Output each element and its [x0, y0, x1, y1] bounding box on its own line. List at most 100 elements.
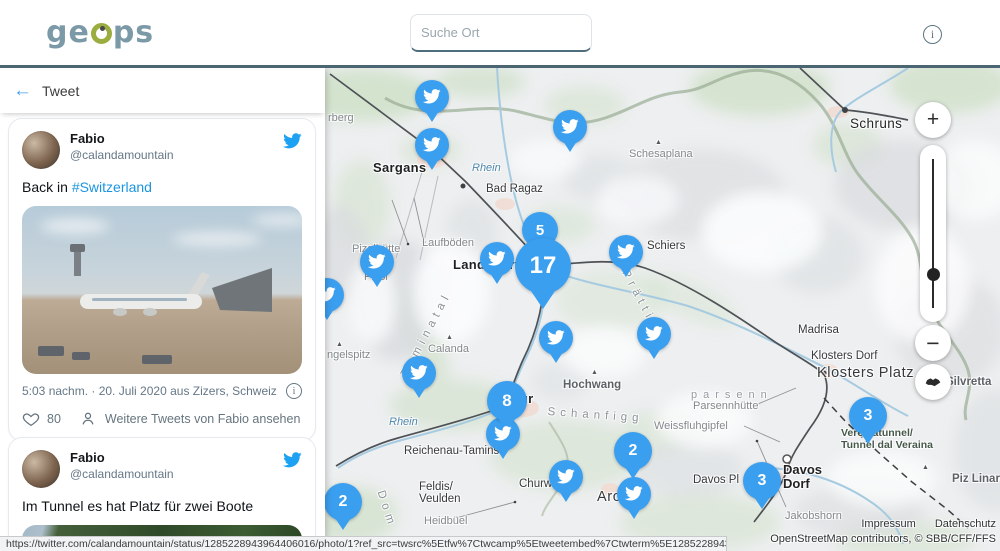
- cluster-count: 2: [339, 493, 348, 511]
- cluster-count: 8: [502, 391, 511, 411]
- map-label: Feldis/: [419, 481, 453, 493]
- map-label: Veulden: [419, 493, 461, 505]
- twitter-bird-icon: [546, 328, 565, 347]
- tweet-marker[interactable]: [553, 110, 587, 144]
- map-attribution: Impressum Datenschutz OpenStreetMap cont…: [770, 518, 996, 545]
- app-header: geps: [0, 0, 1000, 68]
- map-label: rberg: [328, 112, 354, 124]
- cluster-marker[interactable]: 8: [487, 381, 527, 421]
- map-annotation-layer: rbergSargansRheinBad RagazSchruns▲Schesa…: [325, 68, 1000, 551]
- map-label: ▲: [591, 369, 598, 376]
- tweet-author-handle: @calandamountain: [70, 147, 282, 163]
- map-label: Schesaplana: [629, 148, 693, 160]
- cluster-marker[interactable]: 3: [849, 397, 887, 435]
- more-tweets-link[interactable]: Weitere Tweets von Fabio ansehen: [105, 412, 301, 426]
- cluster-count: 3: [758, 472, 767, 490]
- map-label: Davos Pl: [693, 474, 739, 486]
- tweet-marker[interactable]: [539, 321, 573, 355]
- cluster-count: 17: [530, 252, 557, 280]
- tweet-author-name: Fabio: [70, 131, 282, 147]
- impressum-link[interactable]: Impressum: [861, 518, 915, 530]
- zoom-out-button[interactable]: −: [915, 325, 951, 361]
- map-label: Dom: [375, 489, 399, 530]
- tweet-marker[interactable]: [415, 80, 449, 114]
- tweet-marker[interactable]: [637, 317, 671, 351]
- twitter-logo-icon[interactable]: [282, 450, 302, 470]
- map-label: Tunnel dal Veraina: [841, 439, 933, 451]
- geops-logo[interactable]: geps: [46, 14, 154, 52]
- tweet-card[interactable]: Fabio @calandamountain Im Tunnel es hat …: [8, 437, 316, 551]
- zoom-slider-handle[interactable]: [927, 268, 940, 281]
- avatar[interactable]: [22, 450, 60, 488]
- info-button[interactable]: [923, 25, 942, 44]
- twitter-bird-icon: [325, 285, 337, 304]
- map-label: ▲: [446, 334, 453, 341]
- search-input[interactable]: [421, 25, 597, 40]
- map-label: Silvretta: [946, 376, 991, 388]
- map-label: ngelspitz: [327, 349, 370, 361]
- switzerland-outline-icon: [924, 376, 942, 388]
- back-button[interactable]: ←: [13, 81, 32, 100]
- twitter-bird-icon: [409, 363, 428, 382]
- tweet-marker[interactable]: [609, 235, 643, 269]
- map-label: Bad Ragaz: [486, 183, 543, 195]
- map-label: Laufböden: [422, 237, 474, 249]
- map-label: ▲: [655, 139, 662, 146]
- map-label: ▲: [922, 464, 929, 471]
- info-icon[interactable]: [286, 383, 302, 399]
- tweet-marker[interactable]: [617, 477, 651, 511]
- map-label: Rhein: [472, 162, 501, 174]
- panel-title: Tweet: [42, 83, 79, 99]
- cluster-count: 5: [536, 222, 544, 239]
- map-label: Schruns: [850, 116, 902, 131]
- tweet-body: Back in #Switzerland: [22, 178, 302, 197]
- tweet-marker[interactable]: [402, 356, 436, 390]
- twitter-bird-icon: [422, 135, 441, 154]
- panel-header: ← Tweet: [0, 68, 325, 113]
- tweet-panel: ← Tweet Fabio @calandamountain Back in #…: [0, 68, 325, 551]
- tweet-photo-airport[interactable]: [22, 206, 302, 374]
- map-label: Madrisa: [798, 324, 839, 336]
- zoom-slider[interactable]: [920, 145, 946, 322]
- fit-switzerland-button[interactable]: [915, 364, 951, 400]
- zoom-in-button[interactable]: +: [915, 102, 951, 138]
- cluster-marker[interactable]: 17: [515, 238, 571, 294]
- tweet-author-name: Fabio: [70, 450, 282, 466]
- cluster-marker[interactable]: 2: [325, 483, 362, 521]
- twitter-bird-icon: [422, 87, 441, 106]
- browser-status-bar: https://twitter.com/calandamountain/stat…: [0, 536, 727, 551]
- cluster-count: 3: [864, 407, 873, 425]
- datenschutz-link[interactable]: Datenschutz: [935, 518, 996, 530]
- tweet-card[interactable]: Fabio @calandamountain Back in #Switzerl…: [8, 118, 316, 441]
- map-label: ▲: [336, 341, 343, 348]
- twitter-bird-icon: [493, 424, 512, 443]
- cluster-marker[interactable]: 3: [743, 462, 781, 500]
- tweet-timestamp: 5:03 nachm. · 20. Juli 2020 aus Zizers, …: [22, 384, 277, 398]
- tweet-marker[interactable]: [480, 242, 514, 276]
- tweet-marker[interactable]: [415, 128, 449, 162]
- twitter-bird-icon: [624, 484, 643, 503]
- hashtag-link[interactable]: #Switzerland: [72, 179, 152, 195]
- tweet-marker[interactable]: [549, 460, 583, 494]
- map-label: Parsennhütte: [693, 400, 758, 412]
- search-box[interactable]: [410, 14, 592, 52]
- cluster-marker[interactable]: 2: [614, 432, 652, 470]
- like-count: 80: [47, 412, 61, 426]
- map-canvas[interactable]: rbergSargansRheinBad RagazSchruns▲Schesa…: [325, 68, 1000, 551]
- tweet-body: Im Tunnel es hat Platz für zwei Boote: [22, 497, 302, 516]
- map-label: Calanda: [428, 343, 469, 355]
- tweet-marker[interactable]: [360, 245, 394, 279]
- minus-icon: −: [926, 330, 939, 357]
- tweet-marker[interactable]: [325, 278, 344, 312]
- map-label: Piz Linard: [952, 473, 1000, 485]
- like-heart-icon[interactable]: [22, 410, 40, 428]
- cluster-count: 2: [629, 442, 638, 460]
- twitter-logo-icon[interactable]: [282, 131, 302, 151]
- map-label: Hochwang: [563, 379, 621, 391]
- avatar[interactable]: [22, 131, 60, 169]
- plus-icon: +: [927, 108, 939, 132]
- map-label: Reichenau-Tamins: [404, 445, 499, 457]
- twitter-bird-icon: [644, 324, 663, 343]
- map-label: Heidbüel: [424, 515, 467, 527]
- twitter-bird-icon: [487, 249, 506, 268]
